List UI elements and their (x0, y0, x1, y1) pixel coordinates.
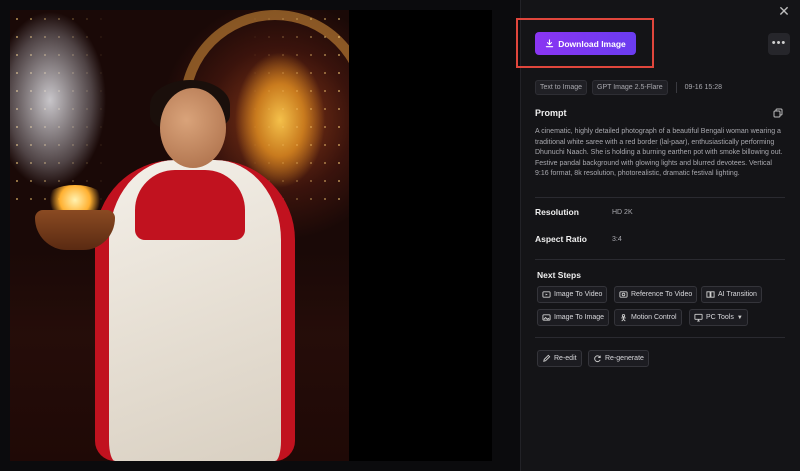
divider (535, 337, 785, 338)
tag-row: Text to Image GPT Image 2.5-Flare 09-16 … (535, 80, 722, 95)
face-shape (160, 88, 226, 168)
blouse-shape (135, 170, 245, 240)
tag-mode: Text to Image (535, 80, 588, 95)
aspect-ratio-row: Aspect Ratio 3:4 (535, 234, 785, 244)
pc-tools-dropdown[interactable]: PC Tools ▼ (689, 309, 748, 326)
resolution-label: Resolution (535, 207, 579, 217)
pencil-icon (543, 354, 551, 362)
divider (535, 197, 785, 198)
image-to-video-icon (542, 291, 551, 298)
close-icon[interactable]: ✕ (775, 2, 793, 20)
aspect-ratio-label: Aspect Ratio (535, 234, 587, 244)
image-stage (0, 0, 520, 471)
re-edit-button[interactable]: Re-edit (537, 350, 582, 367)
download-image-button[interactable]: Download Image (535, 32, 636, 55)
resolution-value: HD 2K (612, 208, 633, 216)
next-steps-title: Next Steps (537, 270, 581, 280)
copy-icon[interactable] (773, 108, 783, 118)
image-to-image-button[interactable]: Image To Image (537, 309, 610, 326)
generated-image[interactable] (10, 10, 349, 461)
timestamp: 09-16 15:28 (684, 84, 723, 91)
refresh-icon (594, 355, 601, 362)
motion-control-icon (621, 314, 626, 322)
chevron-down-icon: ▼ (736, 314, 743, 321)
download-image-label: Download Image (558, 38, 626, 49)
re-generate-button[interactable]: Re-generate (588, 350, 649, 367)
prompt-title: Prompt (535, 108, 567, 118)
tag-model: GPT Image 2.5-Flare (592, 80, 668, 95)
tag-divider (675, 82, 677, 93)
motion-control-button[interactable]: Motion Control (614, 309, 682, 326)
prompt-text: A cinematic, highly detailed photograph … (535, 128, 783, 177)
resolution-row: Resolution HD 2K (535, 207, 785, 217)
divider (535, 259, 785, 260)
image-frame (10, 10, 492, 461)
monitor-icon (694, 313, 703, 322)
ai-transition-icon (706, 291, 715, 298)
image-to-video-button[interactable]: Image To Video (537, 286, 608, 303)
ai-transition-button[interactable]: AI Transition (701, 286, 762, 303)
reference-to-video-icon (619, 291, 628, 298)
more-options-button[interactable]: ••• (768, 33, 790, 55)
reference-to-video-button[interactable]: Reference To Video (614, 286, 698, 303)
image-to-image-icon (542, 314, 551, 321)
aspect-ratio-value: 3:4 (612, 235, 622, 243)
download-icon (546, 39, 554, 48)
